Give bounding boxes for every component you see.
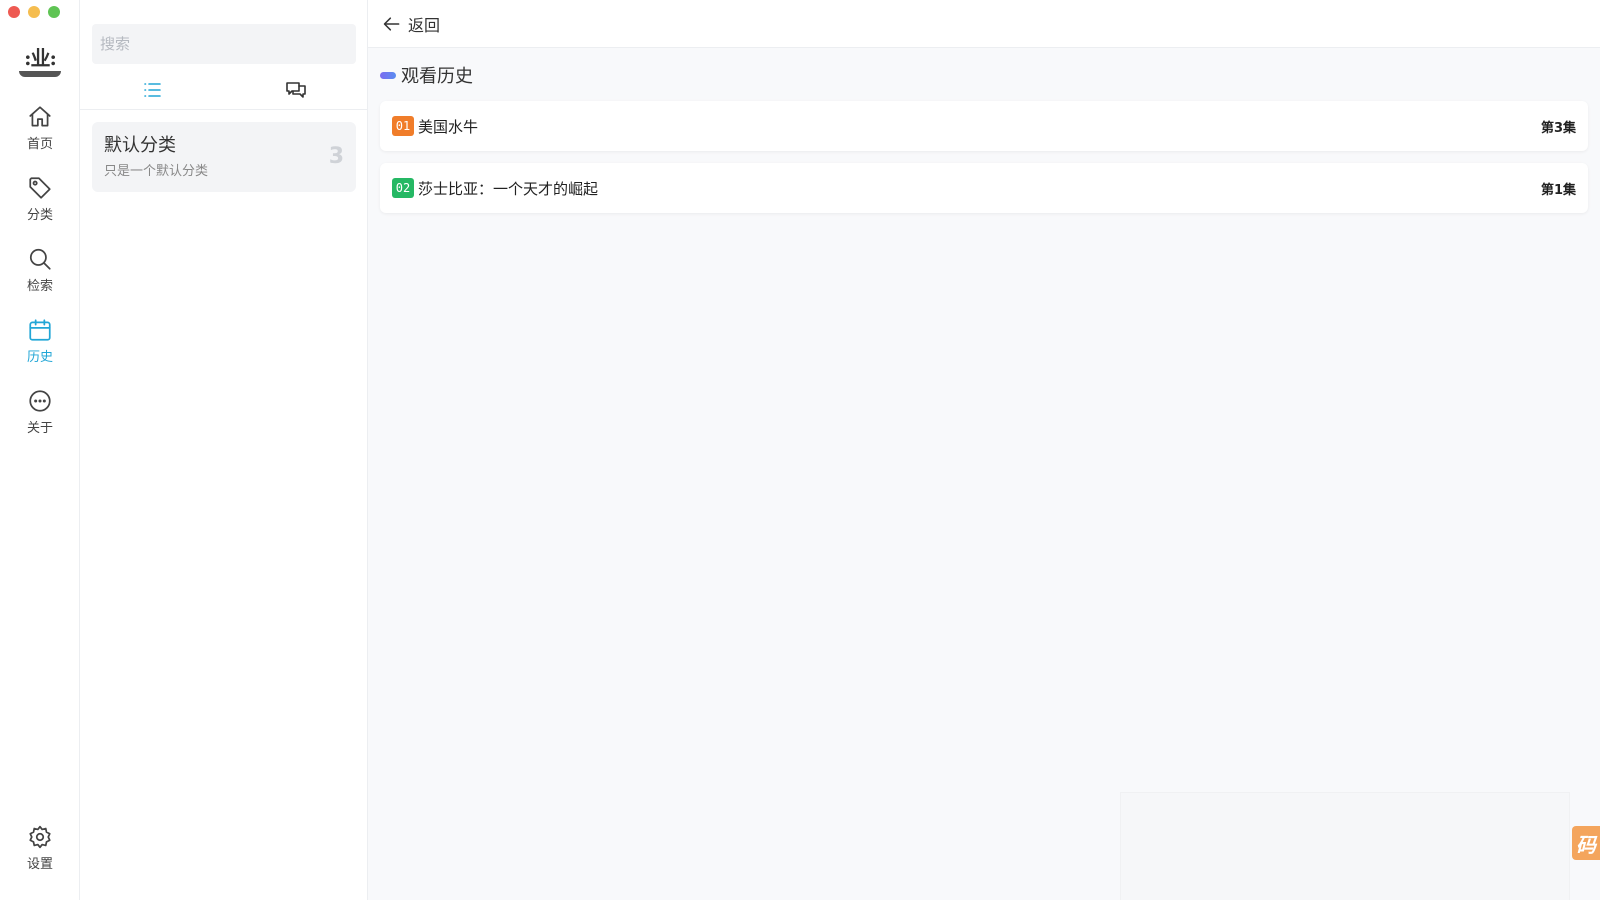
history-episode: 第1集 [1540, 182, 1576, 198]
back-button[interactable]: 返回 [382, 12, 440, 36]
history-title: 美国水牛 [418, 117, 479, 136]
back-label: 返回 [408, 15, 441, 35]
category-card-default[interactable]: 默认分类 只是一个默认分类 3 [92, 122, 356, 192]
nav-item-search[interactable]: 检索 [0, 242, 80, 298]
category-panel: 默认分类 只是一个默认分类 3 [80, 0, 368, 900]
search-input[interactable] [92, 24, 356, 64]
panel-tabs [80, 70, 368, 110]
faint-overlay-panel [1120, 792, 1570, 900]
app-logo: :业: [14, 40, 66, 84]
tab-list[interactable] [80, 70, 224, 109]
nav-label-search: 检索 [26, 279, 53, 294]
nav-item-home[interactable]: 首页 [0, 100, 80, 156]
history-list: 01 美国水牛 第3集 02 莎士比亚：一个天才的崛起 第1集 [380, 101, 1588, 225]
tab-chat[interactable] [224, 70, 368, 109]
more-circle-icon [29, 390, 51, 412]
list-icon [144, 82, 161, 97]
corner-badge[interactable]: 码 [1572, 826, 1600, 860]
nav-label-category: 分类 [26, 208, 53, 223]
gear-icon [29, 825, 51, 849]
app-window: :业: 首页 分类 检索 历史 关于 设置 搜索 默认分类 只是一个默认分类 3… [0, 0, 1600, 900]
tag-icon [29, 177, 51, 199]
history-row[interactable]: 02 莎士比亚：一个天才的崛起 第1集 [380, 163, 1588, 213]
nav-label-history: 历史 [26, 350, 53, 365]
maximize-window-button[interactable] [48, 6, 60, 18]
nav-item-category[interactable]: 分类 [0, 171, 80, 227]
history-title: 莎士比亚：一个天才的崛起 [418, 179, 599, 198]
category-name: 默认分类 [104, 135, 176, 156]
section-pill-icon [380, 71, 396, 79]
main-content: 返回 观看历史 01 美国水牛 第3集 02 莎士比亚：一个天才的崛起 第1集 [368, 0, 1600, 900]
history-index-badge: 02 [392, 178, 414, 198]
nav-item-settings[interactable]: 设置 [0, 820, 80, 876]
search-icon [29, 248, 51, 270]
calendar-icon [29, 319, 51, 341]
history-index-badge: 01 [392, 116, 414, 136]
section-title: 观看历史 [401, 66, 473, 87]
logo-mark: :业: [24, 46, 57, 70]
section-header: 观看历史 [380, 62, 473, 88]
category-description: 只是一个默认分类 [104, 164, 209, 179]
top-bar: 返回 [368, 0, 1600, 48]
logo-base [19, 71, 61, 77]
minimize-window-button[interactable] [28, 6, 40, 18]
nav-item-history[interactable]: 历史 [0, 313, 80, 369]
home-icon [29, 106, 51, 127]
chat-bubbles-icon [286, 81, 306, 98]
history-episode: 第3集 [1540, 120, 1576, 136]
nav-item-about[interactable]: 关于 [0, 384, 80, 440]
nav-label-home: 首页 [26, 137, 53, 152]
nav-label-about: 关于 [26, 421, 53, 436]
nav-label-settings: 设置 [26, 857, 53, 872]
close-window-button[interactable] [8, 6, 20, 18]
arrow-left-icon [383, 16, 400, 31]
window-controls [8, 6, 60, 18]
history-row[interactable]: 01 美国水牛 第3集 [380, 101, 1588, 151]
nav-rail: :业: 首页 分类 检索 历史 关于 设置 [0, 0, 80, 900]
category-count: 3 [328, 144, 344, 169]
